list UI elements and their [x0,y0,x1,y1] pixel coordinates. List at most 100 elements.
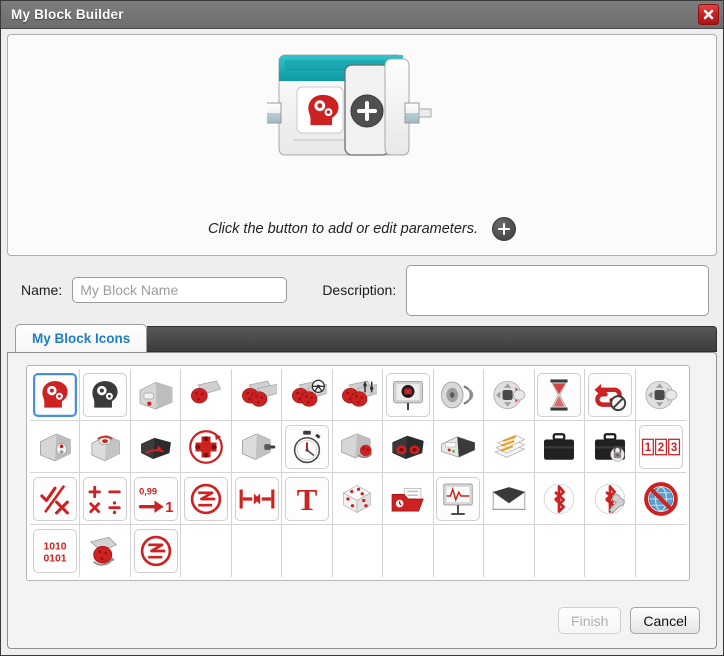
range-icon [234,476,279,521]
icon-cell-compare-icon[interactable] [181,473,232,525]
svg-text:1010: 1010 [43,541,66,552]
icon-cell-speaker-sound-icon[interactable] [433,369,485,421]
tab-label: My Block Icons [32,331,131,346]
loop-interrupt-icon [587,372,632,417]
icon-cell-numbers-123-icon[interactable]: 1 2 3 [635,421,686,473]
icon-cell-compare-alt-icon[interactable] [130,525,182,577]
color-sensor-icon [33,425,77,469]
icon-cell-file-access-locked-icon[interactable] [585,421,636,473]
infrared-beacon-icon [184,425,228,469]
motor-rotation-icon [335,425,379,469]
icon-cell-display-icon[interactable] [383,369,434,421]
icon-cell-motor-rotation-icon[interactable] [332,421,384,473]
name-description-row: Name: Description: [7,256,717,324]
my-block-builder-window: My Block Builder Click the button to add… [0,0,724,656]
icon-cell-infrared-sensor-icon[interactable] [383,421,434,473]
ev3-brick-icon [134,373,178,417]
icon-cell-energy-meter-icon[interactable] [433,421,485,473]
icon-grid: 1 2 3 0,99 1 T 1010 0101 [30,369,686,577]
icon-cell-brick-buttons-icon[interactable] [635,369,686,421]
description-input[interactable] [406,264,709,316]
icon-cell-file-access-icon[interactable] [534,421,586,473]
file-access-icon [537,425,581,469]
icon-cell-infrared-beacon-icon[interactable] [181,421,232,473]
parameter-hint-text: Click the button to add or edit paramete… [207,221,478,237]
bluetooth-icon [537,477,581,521]
icon-cell-text-t-icon[interactable]: T [282,473,333,525]
icon-cell-brick-status-light-icon[interactable] [484,369,535,421]
plus-circle-icon[interactable] [492,217,516,241]
random-dice-icon [335,477,379,521]
icon-cell-gyro-sensor-icon[interactable] [130,421,182,473]
icon-cell-move-tank-icon[interactable] [332,369,384,421]
icon-cell-bluetooth-settings-icon[interactable] [585,473,636,525]
block-preview-panel: Click the button to add or edit paramete… [7,34,717,256]
icon-cell-move-steering-icon[interactable] [282,369,333,421]
name-label: Name: [21,282,63,298]
icon-cell-no-internet-icon[interactable] [635,473,686,525]
icon-cell-empty [433,525,485,577]
tab-my-block-icons[interactable]: My Block Icons [15,324,148,352]
round-number-icon: 0,99 1 [133,476,178,521]
title-bar: My Block Builder [1,1,723,29]
large-motor-icon [184,373,228,417]
icon-cell-array-file-icon[interactable] [383,473,434,525]
messaging-envelope-icon [487,477,531,521]
icon-cell-empty [231,525,283,577]
icon-cell-round-number-icon[interactable]: 0,99 1 [130,473,182,525]
svg-text:2: 2 [658,441,664,453]
compare-alt-icon [133,529,178,573]
icon-cell-unregulated-motor-icon[interactable] [80,525,131,577]
name-input[interactable] [72,277,288,303]
icon-cell-wait-hourglass-icon[interactable] [534,369,586,421]
icon-cell-timer-stopwatch-icon[interactable] [282,421,333,473]
svg-text:0101: 0101 [43,553,66,564]
icon-cell-bluetooth-icon[interactable] [534,473,586,525]
icon-cell-math-operators-icon[interactable] [80,473,131,525]
icon-cell-logic-check-cross-icon[interactable] [30,473,81,525]
compare-icon [184,476,229,521]
parameter-hint-row: Click the button to add or edit paramete… [8,217,716,241]
icon-cell-data-graph-icon[interactable] [433,473,485,525]
icon-cell-ultrasonic-sensor-icon[interactable] [80,421,131,473]
icon-cell-empty [534,525,586,577]
icon-cell-large-motor-icon[interactable] [181,369,232,421]
ultrasonic-sensor-icon [83,425,127,469]
finish-button[interactable]: Finish [558,607,622,634]
icon-cell-data-logging-icon[interactable] [484,421,535,473]
data-graph-icon [436,476,481,521]
gyro-sensor-icon [134,425,178,469]
icon-cell-random-dice-icon[interactable] [332,473,384,525]
timer-stopwatch-icon [285,424,330,469]
cancel-button[interactable]: Cancel [630,607,700,634]
icon-cell-empty [332,525,384,577]
icon-cell-binary-1010-0101-icon[interactable]: 1010 0101 [30,525,81,577]
icon-cell-loop-interrupt-icon[interactable] [585,369,636,421]
close-icon[interactable] [698,4,719,25]
logic-check-cross-icon [32,476,77,521]
binary-1010-0101-icon: 1010 0101 [32,529,77,573]
dialog-footer: Finish Cancel [8,581,716,648]
two-large-motors-icon [235,373,279,417]
brick-buttons-icon [639,373,683,417]
head-gears-red-icon [32,372,77,417]
icon-cell-ev3-brick-icon[interactable] [130,369,182,421]
speaker-sound-icon [436,373,480,417]
icon-cell-touch-sensor-icon[interactable] [231,421,283,473]
my-block-icons-panel: 1 2 3 0,99 1 T 1010 0101 Finish Cancel [7,352,717,649]
icon-cell-messaging-envelope-icon[interactable] [484,473,535,525]
infrared-sensor-icon [386,425,430,469]
icon-cell-two-large-motors-icon[interactable] [231,369,283,421]
icon-cell-range-icon[interactable] [231,473,283,525]
svg-text:T: T [297,482,318,516]
wait-hourglass-icon [537,372,582,417]
svg-text:1: 1 [165,500,173,515]
icon-cell-head-gears-red-icon[interactable] [30,369,81,421]
icon-cell-empty [585,525,636,577]
icon-cell-head-gears-black-icon[interactable] [80,369,131,421]
data-logging-icon [487,425,531,469]
brick-status-light-icon [487,373,531,417]
icon-cell-color-sensor-icon[interactable] [30,421,81,473]
head-gears-black-icon [83,372,128,417]
bluetooth-settings-icon [588,477,632,521]
